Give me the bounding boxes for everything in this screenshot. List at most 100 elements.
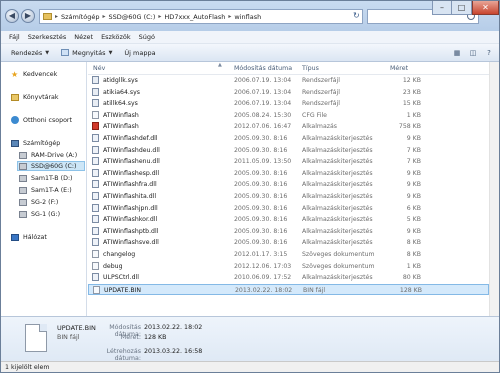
file-row[interactable]: ATIWinflashjpn.dll 2005.09.30. 8:16 Alkalm… — [88, 203, 489, 214]
chevron-down-icon: ▼ — [108, 49, 113, 56]
file-date: 2005.09.30. 8:16 — [234, 181, 288, 189]
menu-file[interactable]: Fájl — [9, 33, 20, 41]
file-row[interactable]: ATIWinflashfra.dll 2005.09.30. 8:16 Alkalm… — [88, 179, 489, 190]
nav-drive-g[interactable]: SG-1 (G:) — [19, 209, 86, 219]
dll-icon — [92, 273, 99, 282]
file-row[interactable]: ATIWinflashdef.dll 2005.09.30. 8:16 Alkalm… — [88, 133, 489, 144]
file-row[interactable]: UPDATE.BIN 2013.02.22. 18:02 BIN fájl 128 K… — [88, 283, 489, 295]
sort-arrow-icon: ▲ — [218, 62, 222, 68]
address-bar[interactable]: ▸ Számítógép ▸ SSD@60G (C:) ▸ HD7xxx_Aut… — [39, 9, 363, 24]
column-header-type[interactable]: Típus — [302, 65, 319, 72]
nav-drive-f[interactable]: SG-2 (F:) — [19, 197, 86, 207]
nav-drive-e[interactable]: Sam1T-A (E:) — [19, 185, 86, 195]
file-row[interactable]: ULPSCtrl.dll 2010.06.09. 17:52 Alkalmazásk… — [88, 272, 489, 283]
new-folder-button[interactable]: Új mappa — [124, 49, 155, 57]
dll-icon — [92, 168, 99, 177]
file-size: 12 KB — [402, 77, 421, 84]
file-row[interactable]: debug 2012.12.06. 17:03 Szöveges dokumentu… — [88, 261, 489, 272]
file-size: 128 KB — [399, 286, 422, 294]
system-file-icon — [92, 87, 99, 96]
file-row[interactable]: atillk64.sys 2006.07.19. 13:04 Rendszerfáj… — [88, 98, 489, 109]
menu-edit[interactable]: Szerkesztés — [28, 33, 66, 41]
column-header-name[interactable]: Név — [93, 65, 105, 72]
open-button[interactable]: Megnyitás ▼ — [61, 49, 112, 57]
file-row[interactable]: changelog 2012.01.17. 3:15 Szöveges dokume… — [88, 249, 489, 260]
maximize-button[interactable]: □ — [452, 1, 472, 15]
drive-icon — [19, 198, 27, 206]
file-size: 23 KB — [402, 88, 421, 96]
nav-label: Sam1T-B (D:) — [31, 174, 73, 182]
file-row[interactable]: ATIWinflash 2012.07.06. 16:47 Alkalmazás 75… — [88, 121, 489, 132]
help-icon[interactable]: ? — [483, 47, 495, 58]
title-bar: ◀ ▶ ▸ Számítógép ▸ SSD@60G (C:) ▸ HD7xxx… — [1, 1, 499, 31]
file-row[interactable]: ATIWinflash 2005.08.24. 15:30 CFG File 1 KB — [88, 110, 489, 121]
details-created-label: Létrehozás dátuma: — [106, 348, 141, 362]
back-button[interactable]: ◀ — [5, 9, 19, 23]
close-button[interactable]: ✕ — [472, 1, 499, 15]
library-icon — [11, 93, 19, 101]
nav-computer[interactable]: Számítógép — [11, 138, 86, 148]
file-row[interactable]: ATIWinflashptb.dll 2005.09.30. 8:16 Alkalm… — [88, 226, 489, 237]
file-date: 2005.09.30. 8:16 — [234, 193, 288, 200]
system-file-icon — [92, 76, 99, 84]
refresh-icon[interactable]: ↻ — [353, 11, 362, 21]
file-row[interactable]: ATIWinflashsve.dll 2005.09.30. 8:16 Alkalm… — [88, 237, 489, 248]
nav-drive-d[interactable]: Sam1T-B (D:) — [19, 173, 86, 183]
column-header-size[interactable]: Méret — [390, 65, 408, 72]
nav-label: Kedvencek — [23, 70, 58, 78]
organize-button[interactable]: Rendezés ▼ — [11, 49, 49, 57]
file-icon — [92, 250, 99, 258]
nav-network[interactable]: Hálózat — [11, 232, 86, 242]
nav-homegroup[interactable]: Otthoni csoport — [11, 115, 86, 125]
chevron-right-icon: ▸ — [55, 13, 59, 20]
nav-label: SG-2 (F:) — [31, 198, 59, 206]
nav-favorites[interactable]: ★ Kedvencek — [11, 69, 86, 79]
forward-button[interactable]: ▶ — [21, 9, 35, 23]
nav-label: Sam1T-A (E:) — [31, 186, 72, 194]
breadcrumb-computer[interactable]: Számítógép — [61, 13, 99, 21]
file-name: ATIWinflashenu.dll — [103, 158, 160, 166]
file-row[interactable]: atikia64.sys 2006.07.19. 13:04 Rendszerfáj… — [88, 87, 489, 98]
dll-icon — [92, 145, 99, 154]
view-options-icon[interactable]: ▦ — [451, 47, 463, 58]
drive-icon — [19, 174, 27, 182]
menu-tools[interactable]: Eszközök — [101, 33, 131, 41]
file-date: 2012.01.17. 3:15 — [234, 251, 288, 258]
menu-bar: Fájl Szerkesztés Nézet Eszközök Súgó — [1, 31, 499, 44]
file-type: Rendszerfájl — [302, 100, 340, 108]
file-row[interactable]: ATIWinflashkor.dll 2005.09.30. 8:16 Alkalm… — [88, 214, 489, 225]
file-row[interactable]: atidgllk.sys 2006.07.19. 13:04 Rendszerfáj… — [88, 75, 489, 86]
file-date: 2005.09.30. 8:16 — [234, 146, 288, 154]
vertical-scrollbar[interactable] — [489, 62, 499, 316]
file-name: UPDATE.BIN — [104, 286, 142, 294]
file-date: 2011.05.09. 13:50 — [234, 158, 292, 166]
file-size: 5 KB — [406, 216, 421, 224]
file-row[interactable]: ATIWinflashenu.dll 2011.05.09. 13:50 Alkal… — [88, 156, 489, 167]
nav-label: Otthoni csoport — [23, 116, 72, 124]
minimize-button[interactable]: – — [432, 1, 452, 15]
nav-drive-c[interactable]: SSD@60G (C:) — [17, 161, 85, 171]
file-date: 2012.12.06. 17:03 — [234, 262, 292, 270]
menu-view[interactable]: Nézet — [74, 33, 93, 41]
breadcrumb-folder[interactable]: HD7xxx_AutoFlash — [164, 13, 225, 21]
file-name: ULPSCtrl.dll — [103, 274, 139, 282]
file-name: ATIWinflashita.dll — [103, 193, 157, 200]
status-text: 1 kijelölt elem — [5, 364, 50, 371]
breadcrumb-drive[interactable]: SSD@60G (C:) — [108, 13, 155, 21]
menu-help[interactable]: Súgó — [139, 33, 155, 41]
star-icon: ★ — [11, 69, 19, 79]
file-row[interactable]: ATIWinflashita.dll 2005.09.30. 8:16 Alkalm… — [88, 191, 489, 202]
preview-pane-icon[interactable]: ◫ — [467, 47, 479, 58]
file-size: 8 KB — [406, 251, 421, 258]
file-row[interactable]: ATIWinflashdeu.dll 2005.09.30. 8:16 Alkalm… — [88, 145, 489, 156]
file-type: Alkalmazáskiterjesztés — [302, 204, 373, 212]
nav-libraries[interactable]: Könyvtárak — [11, 92, 86, 102]
nav-drive-a[interactable]: RAM-Drive (A:) — [19, 150, 86, 160]
file-type: Alkalmazáskiterjesztés — [302, 146, 373, 154]
nav-label: Hálózat — [23, 233, 47, 241]
file-name: ATIWinflashdef.dll — [103, 135, 158, 142]
column-header-date[interactable]: Módosítás dátuma — [234, 65, 292, 72]
file-date: 2012.07.06. 16:47 — [234, 123, 292, 131]
breadcrumb-current[interactable]: winflash — [234, 13, 261, 21]
file-row[interactable]: ATIWinflashesp.dll 2005.09.30. 8:16 Alkalm… — [88, 168, 489, 179]
